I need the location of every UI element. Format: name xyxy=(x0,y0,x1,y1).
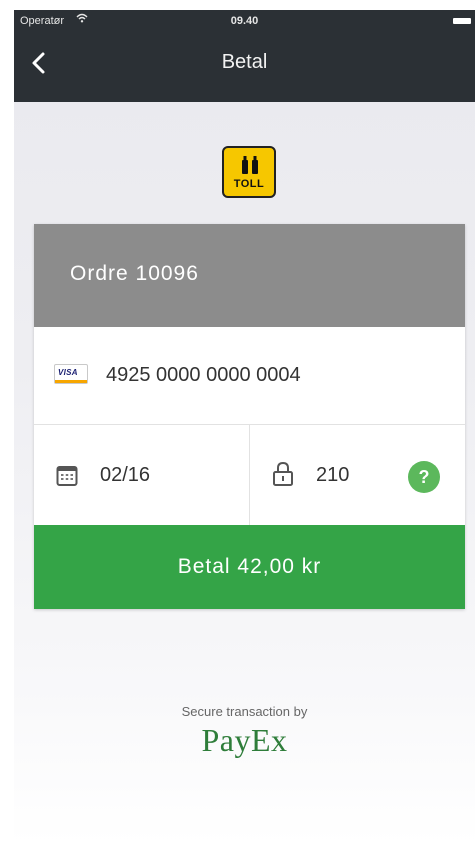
status-bar: Operatør 09.40 xyxy=(14,10,475,36)
cvc-value: 210 xyxy=(316,464,350,486)
battery-icon xyxy=(453,18,471,24)
page-title: Betal xyxy=(221,51,268,73)
navigation-bar: Operatør 09.40 Betal xyxy=(14,10,475,102)
visa-icon: VISA xyxy=(54,364,88,384)
calendar-icon xyxy=(56,466,78,486)
payex-logo: PayEx xyxy=(201,722,288,758)
pay-button[interactable]: Betal 42,00 kr xyxy=(34,525,465,609)
card-details-row: 02/16 210 ? xyxy=(34,425,465,525)
order-header: Ordre 10096 xyxy=(34,224,465,327)
logo-text: TOLL xyxy=(233,178,265,190)
phone-screen: Operatør 09.40 Betal TOLL Ordre 10096 VI… xyxy=(14,10,475,845)
cvc-field[interactable]: 210 ? xyxy=(250,425,465,525)
lock-icon xyxy=(273,461,293,486)
expiry-field[interactable]: 02/16 xyxy=(34,425,250,525)
bottles-icon xyxy=(242,156,258,174)
help-icon[interactable]: ? xyxy=(408,461,440,493)
toll-logo: TOLL xyxy=(222,146,276,198)
card-number-field[interactable]: VISA 4925 0000 0000 0004 xyxy=(34,327,465,425)
payment-card: Ordre 10096 VISA 4925 0000 0000 0004 02/… xyxy=(34,224,465,609)
order-title: Ordre 10096 xyxy=(70,262,199,285)
visa-label: VISA xyxy=(58,368,78,377)
expiry-value: 02/16 xyxy=(100,464,151,486)
card-number: 4925 0000 0000 0004 xyxy=(106,364,301,386)
status-time: 09.40 xyxy=(230,15,259,27)
secure-transaction-label: Secure transaction by xyxy=(181,704,308,719)
